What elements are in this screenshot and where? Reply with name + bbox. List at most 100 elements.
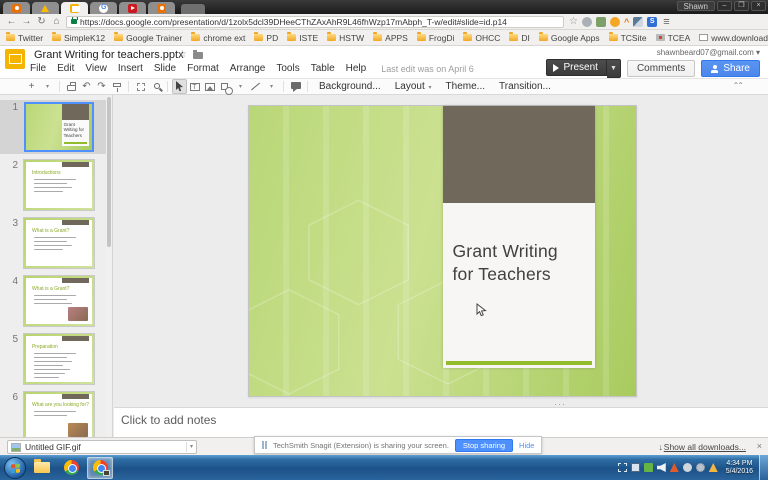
bookmark-www-downloads-net[interactable]: www.downloads.net	[699, 33, 768, 43]
bookmark-tcea[interactable]: TCEA	[656, 33, 691, 43]
speaker-notes[interactable]: Click to add notes	[114, 408, 768, 437]
profile-button[interactable]: Shawn	[677, 1, 715, 11]
snagit-extension-icon[interactable]: S	[647, 17, 657, 27]
browser-tab-google-slides[interactable]	[61, 2, 88, 14]
show-desktop-button[interactable]	[759, 455, 768, 480]
hide-link[interactable]: Hide	[519, 441, 534, 450]
slide-thumbnail[interactable]: What are you looking for?	[24, 392, 94, 437]
menu-help[interactable]: Help	[346, 63, 367, 74]
url-input[interactable]: https://docs.google.com/presentation/d/1…	[66, 16, 564, 28]
audio-tray-icon[interactable]	[670, 463, 679, 472]
browser-tab-google-search[interactable]	[90, 2, 117, 14]
menu-format[interactable]: Format	[187, 63, 219, 74]
close-button[interactable]: ×	[751, 1, 766, 11]
extension-dropper-icon[interactable]	[633, 17, 643, 27]
shelf-close-icon[interactable]: ×	[757, 442, 762, 451]
bookmark-simplek12[interactable]: SimpleK12	[52, 33, 105, 43]
extension-tag-icon[interactable]	[596, 17, 606, 27]
bookmark-di[interactable]: DI	[509, 33, 530, 43]
slide-thumbnail[interactable]: Preparation	[24, 334, 94, 384]
title-panel[interactable]: Grant Writing for Teachers	[443, 106, 596, 368]
filmstrip-scrollbar[interactable]	[106, 95, 112, 437]
restore-button[interactable]: ❐	[734, 1, 749, 11]
bookmark-star-icon[interactable]: ☆	[569, 17, 578, 27]
insert-comment-button[interactable]	[288, 79, 303, 94]
download-item[interactable]: Untitled GIF.gif ▾	[7, 440, 197, 454]
menu-insert[interactable]: Insert	[118, 63, 143, 74]
taskbar-explorer-button[interactable]	[29, 457, 55, 479]
slide-title-text[interactable]: Grant Writing for Teachers	[453, 240, 592, 286]
google-slides-logo-icon[interactable]	[5, 49, 25, 69]
line-dropdown-icon[interactable]: ▾	[264, 79, 279, 94]
present-button[interactable]: Present	[546, 59, 606, 76]
zoom-button[interactable]	[148, 79, 163, 94]
undo-button[interactable]: ↶	[79, 79, 94, 94]
slide-thumbnail[interactable]: Grant Writing for Teachers	[24, 102, 94, 152]
bookmark-iste[interactable]: ISTE	[287, 33, 318, 43]
bookmark-apps[interactable]: APPS	[373, 33, 408, 43]
menu-arrange[interactable]: Arrange	[230, 63, 266, 74]
bookmark-frogdi[interactable]: FrogDi	[417, 33, 455, 43]
bookmark-chrome-ext[interactable]: chrome ext	[191, 33, 245, 43]
menu-table[interactable]: Table	[311, 63, 335, 74]
usb-tray-icon[interactable]	[644, 463, 653, 472]
new-slide-dropdown-icon[interactable]: ▾	[40, 79, 55, 94]
hidden-tray-icon[interactable]	[618, 463, 627, 472]
paint-format-button[interactable]	[109, 79, 124, 94]
move-to-folder-icon[interactable]	[193, 52, 203, 59]
bookmark-pd[interactable]: PD	[254, 33, 278, 43]
slide-thumbnail-row-2[interactable]: 2Introductions	[0, 158, 112, 212]
menu-tools[interactable]: Tools	[276, 63, 299, 74]
shape-dropdown-icon[interactable]: ▾	[233, 79, 248, 94]
background-button[interactable]: Background...	[312, 81, 388, 92]
browser-tab-blank[interactable]	[181, 4, 205, 14]
slide-thumbnail-row-5[interactable]: 5Preparation	[0, 332, 112, 386]
print-button[interactable]	[64, 79, 79, 94]
bookmark-hstw[interactable]: HSTW	[327, 33, 364, 43]
reload-icon[interactable]: ↻	[34, 16, 49, 27]
notes-placeholder[interactable]: Click to add notes	[121, 413, 216, 427]
bookmark-tcsite[interactable]: TCSite	[609, 33, 647, 43]
slide-thumbnail[interactable]: What is a Grant?	[24, 276, 94, 326]
slide-thumbnail[interactable]: What is a Grant?	[24, 218, 94, 268]
new-slide-button[interactable]: +	[24, 79, 39, 94]
account-email[interactable]: shawnbeard07@gmail.com ▾	[657, 48, 760, 57]
slide-thumbnail-row-4[interactable]: 4What is a Grant?	[0, 274, 112, 328]
browser-tab-orange-app[interactable]	[148, 2, 175, 14]
menu-file[interactable]: File	[30, 63, 46, 74]
browser-tab-youtube[interactable]	[119, 2, 146, 14]
bookmark-google-trainer[interactable]: Google Trainer	[114, 33, 182, 43]
home-icon[interactable]: ⌂	[49, 16, 64, 27]
share-button[interactable]: Share	[701, 60, 760, 77]
menu-edit[interactable]: Edit	[57, 63, 74, 74]
taskbar-clock[interactable]: 4:34 PM 5/4/2016	[726, 460, 753, 476]
back-icon[interactable]: ←	[4, 16, 19, 27]
textbox-button[interactable]: T	[187, 79, 202, 94]
slide-thumbnail-row-6[interactable]: 6What are you looking for?	[0, 390, 112, 437]
volume-tray-icon[interactable]	[657, 463, 666, 472]
select-tool-button[interactable]	[172, 79, 187, 94]
stop-sharing-button[interactable]: Stop sharing	[455, 439, 513, 452]
download-dropdown-icon[interactable]: ▾	[186, 442, 193, 452]
browser-menu-icon[interactable]: ≡	[663, 17, 669, 27]
current-slide[interactable]: Grant Writing for Teachers	[248, 105, 637, 397]
brown-accent-box[interactable]	[443, 106, 596, 203]
gdrive-tray-icon[interactable]	[709, 463, 718, 472]
slide-thumbnail[interactable]: Introductions	[24, 160, 94, 210]
extension-user-icon[interactable]	[582, 17, 592, 27]
slide-thumbnail-row-3[interactable]: 3What is a Grant?	[0, 216, 112, 270]
taskbar-chrome-active-button[interactable]	[87, 457, 113, 479]
bookmark-twitter[interactable]: Twitter	[6, 33, 43, 43]
transition-button[interactable]: Transition...	[492, 81, 558, 92]
filmstrip-scrollbar-thumb[interactable]	[107, 97, 111, 247]
extension-caret-icon[interactable]: ^	[624, 17, 629, 27]
slide-thumbnail-row-1[interactable]: 1Grant Writing for Teachers	[0, 100, 112, 154]
bookmark-google-apps[interactable]: Google Apps	[539, 33, 600, 43]
comments-button[interactable]: Comments	[627, 60, 695, 77]
show-all-downloads-link[interactable]: Show all downloads...	[664, 442, 746, 452]
theme-button[interactable]: Theme...	[439, 81, 492, 92]
taskbar-chrome-button[interactable]	[58, 457, 84, 479]
bookmark-ohcc[interactable]: OHCC	[463, 33, 500, 43]
zoom-fit-button[interactable]	[133, 79, 148, 94]
snagit-tray-icon[interactable]	[683, 463, 692, 472]
